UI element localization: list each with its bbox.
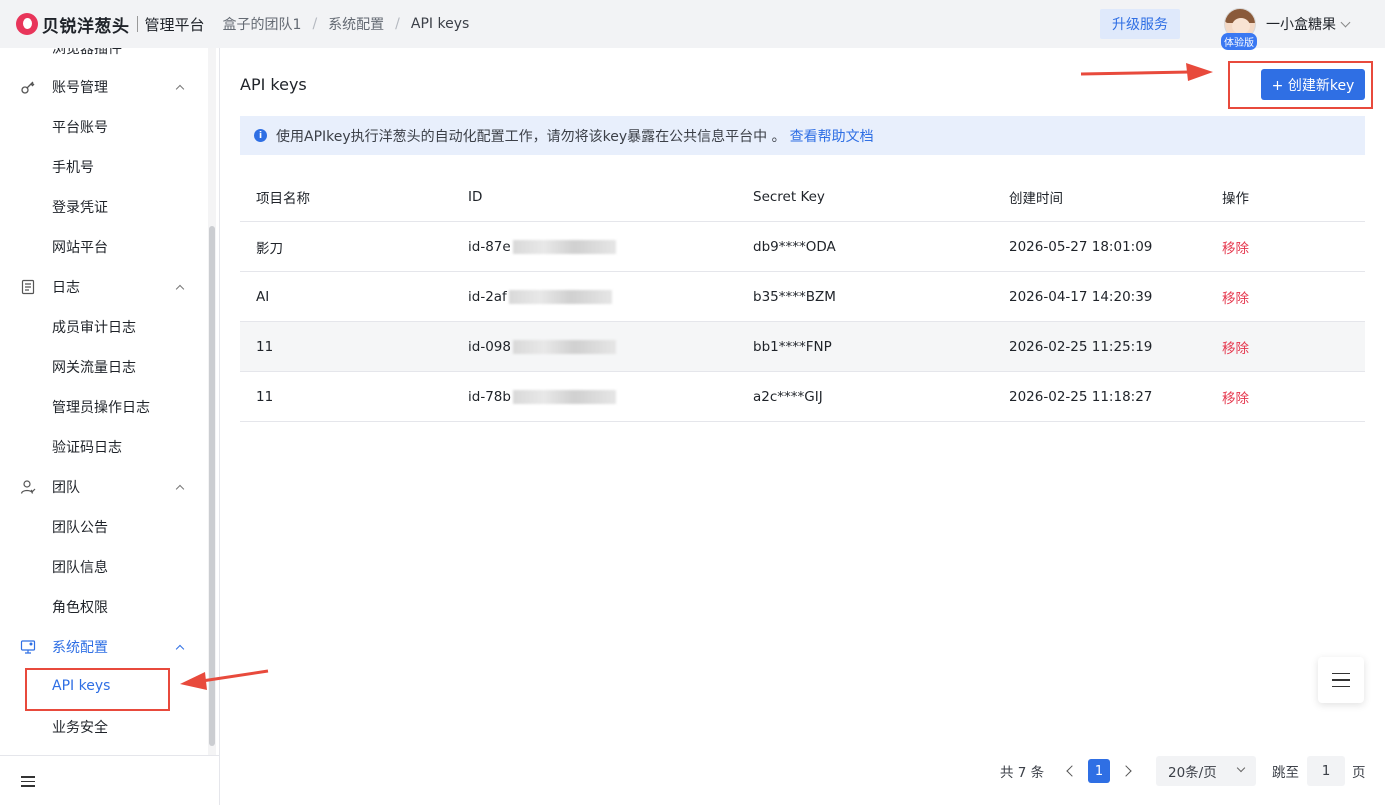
- cell-created: 2026-04-17 14:20:39: [1009, 289, 1153, 305]
- pagination-total: 共 7 条: [1000, 765, 1045, 781]
- chevron-up-icon: [175, 644, 185, 653]
- cell-name: 影刀: [256, 241, 283, 257]
- cell-secret: db9****ODA: [753, 239, 836, 255]
- cell-created: 2026-02-25 11:18:27: [1009, 389, 1153, 405]
- user-menu[interactable]: 体验版 一小盒糖果: [1221, 8, 1351, 50]
- jump-page-input[interactable]: 1: [1307, 756, 1345, 786]
- sidebar-item-site-platform[interactable]: 网站平台: [0, 227, 206, 267]
- table-row: 11 id-78b a2c****GIJ 2026-02-25 11:18:27…: [240, 372, 1365, 422]
- upgrade-service-button[interactable]: 升级服务: [1100, 9, 1180, 39]
- sidebar-item-phone[interactable]: 手机号: [0, 147, 206, 187]
- cell-created: 2026-05-27 18:01:09: [1009, 239, 1153, 255]
- breadcrumb-team[interactable]: 盒子的团队1: [223, 14, 302, 34]
- brand-name: 贝锐洋葱头: [42, 16, 130, 37]
- page-title: API keys: [240, 75, 307, 94]
- info-alert: i 使用APIkey执行洋葱头的自动化配置工作，请勿将该key暴露在公共信息平台…: [240, 116, 1365, 155]
- cell-id: id-78b: [468, 372, 616, 422]
- table-row: 影刀 id-87e db9****ODA 2026-05-27 18:01:09…: [240, 222, 1365, 272]
- cell-id: id-098: [468, 322, 616, 372]
- sidebar-footer: [0, 755, 219, 805]
- sidebar-item-admin-operation-log[interactable]: 管理员操作日志: [0, 387, 206, 427]
- breadcrumb-system-config[interactable]: 系统配置: [328, 14, 384, 34]
- page-suffix: 页: [1352, 765, 1366, 781]
- user-name: 一小盒糖果: [1266, 17, 1336, 33]
- remove-button[interactable]: 移除: [1222, 372, 1249, 422]
- sidebar-menu: 浏览器插件 账号管理 平台账号 手机号 登录凭证 网站平台 日志 成员审计日志 …: [0, 48, 206, 755]
- api-keys-table: 项目名称 ID Secret Key 创建时间 操作 影刀 id-87e db9…: [240, 172, 1365, 422]
- col-header-created: 创建时间: [1009, 191, 1063, 207]
- chevron-down-icon: [1236, 763, 1246, 773]
- sidebar-item-role-permissions[interactable]: 角色权限: [0, 587, 206, 627]
- logo-divider: [136, 16, 138, 32]
- cell-name: 11: [256, 389, 274, 405]
- breadcrumb-separator: /: [312, 16, 318, 32]
- remove-button[interactable]: 移除: [1222, 322, 1249, 372]
- sidebar-item-member-audit-log[interactable]: 成员审计日志: [0, 307, 206, 347]
- chevron-left-icon[interactable]: [1066, 765, 1078, 777]
- cell-id: id-2af: [468, 272, 612, 322]
- sidebar-item-gateway-traffic-log[interactable]: 网关流量日志: [0, 347, 206, 387]
- cell-secret: a2c****GIJ: [753, 389, 823, 405]
- table-row: 11 id-098 bb1****FNP 2026-02-25 11:25:19…: [240, 322, 1365, 372]
- chevron-up-icon: [175, 284, 185, 293]
- log-icon: [20, 279, 36, 295]
- key-icon: [20, 79, 36, 95]
- breadcrumb-separator: /: [395, 16, 400, 32]
- sidebar-item-browser-plugin[interactable]: 浏览器插件: [0, 48, 206, 68]
- col-header-action: 操作: [1222, 191, 1249, 207]
- annotation-box-create-key: [1228, 61, 1373, 109]
- breadcrumb: 盒子的团队1 / 系统配置 / API keys: [223, 14, 470, 34]
- onion-logo-icon: [16, 13, 38, 35]
- cell-id: id-87e: [468, 222, 616, 272]
- remove-button[interactable]: 移除: [1222, 222, 1249, 272]
- sidebar-item-team-announcement[interactable]: 团队公告: [0, 507, 206, 547]
- main-content: API keys + 创建新key i 使用APIkey执行洋葱头的自动化配置工…: [220, 48, 1385, 805]
- redacted-blur: [512, 240, 616, 254]
- monitor-icon: [20, 639, 36, 655]
- redacted-blur: [512, 340, 616, 354]
- sidebar-item-platform-account[interactable]: 平台账号: [0, 107, 206, 147]
- jump-label: 跳至: [1272, 765, 1299, 781]
- brand-logo[interactable]: 贝锐洋葱头 管理平台: [16, 12, 205, 37]
- sidebar-group-team[interactable]: 团队: [0, 467, 206, 507]
- cell-name: 11: [256, 339, 274, 355]
- top-header: 贝锐洋葱头 管理平台 盒子的团队1 / 系统配置 / API keys 升级服务…: [0, 0, 1385, 50]
- info-icon: i: [254, 129, 267, 142]
- col-header-name: 项目名称: [256, 191, 310, 207]
- breadcrumb-current: API keys: [410, 16, 470, 32]
- floating-menu-button[interactable]: [1318, 657, 1364, 703]
- sidebar-group-logs[interactable]: 日志: [0, 267, 206, 307]
- sidebar-item-credentials[interactable]: 登录凭证: [0, 187, 206, 227]
- chevron-right-icon[interactable]: [1120, 765, 1132, 777]
- sidebar-item-team-info[interactable]: 团队信息: [0, 547, 206, 587]
- chevron-up-icon: [175, 484, 185, 493]
- scrollbar-thumb[interactable]: [209, 226, 215, 746]
- cell-created: 2026-02-25 11:25:19: [1009, 339, 1153, 355]
- col-header-id: ID: [468, 189, 483, 205]
- sidebar-item-business-security[interactable]: 业务安全: [0, 707, 206, 747]
- collapse-menu-icon[interactable]: [21, 776, 35, 788]
- page-button-current[interactable]: 1: [1088, 759, 1110, 783]
- table-header: 项目名称 ID Secret Key 创建时间 操作: [240, 172, 1365, 222]
- page-size-select[interactable]: 20条/页: [1156, 756, 1256, 786]
- alert-text: 使用APIkey执行洋葱头的自动化配置工作，请勿将该key暴露在公共信息平台中 …: [276, 128, 874, 145]
- remove-button[interactable]: 移除: [1222, 272, 1249, 322]
- team-icon: [20, 479, 36, 495]
- sidebar-item-captcha-log[interactable]: 验证码日志: [0, 427, 206, 467]
- annotation-box-api-keys: [25, 668, 170, 711]
- sidebar-scrollbar[interactable]: [208, 48, 216, 755]
- cell-name: AI: [256, 289, 270, 305]
- redacted-blur: [508, 290, 612, 304]
- help-doc-link[interactable]: 查看帮助文档: [790, 129, 874, 145]
- brand-subtitle: 管理平台: [144, 15, 205, 34]
- sidebar-group-system-config[interactable]: 系统配置: [0, 627, 206, 667]
- cell-secret: b35****BZM: [753, 289, 836, 305]
- chevron-down-icon: [1340, 17, 1351, 27]
- col-header-secret: Secret Key: [753, 189, 825, 205]
- sidebar-group-account[interactable]: 账号管理: [0, 67, 206, 107]
- cell-secret: bb1****FNP: [753, 339, 832, 355]
- table-row: AI id-2af b35****BZM 2026-04-17 14:20:39…: [240, 272, 1365, 322]
- redacted-blur: [512, 390, 616, 404]
- chevron-up-icon: [175, 84, 185, 93]
